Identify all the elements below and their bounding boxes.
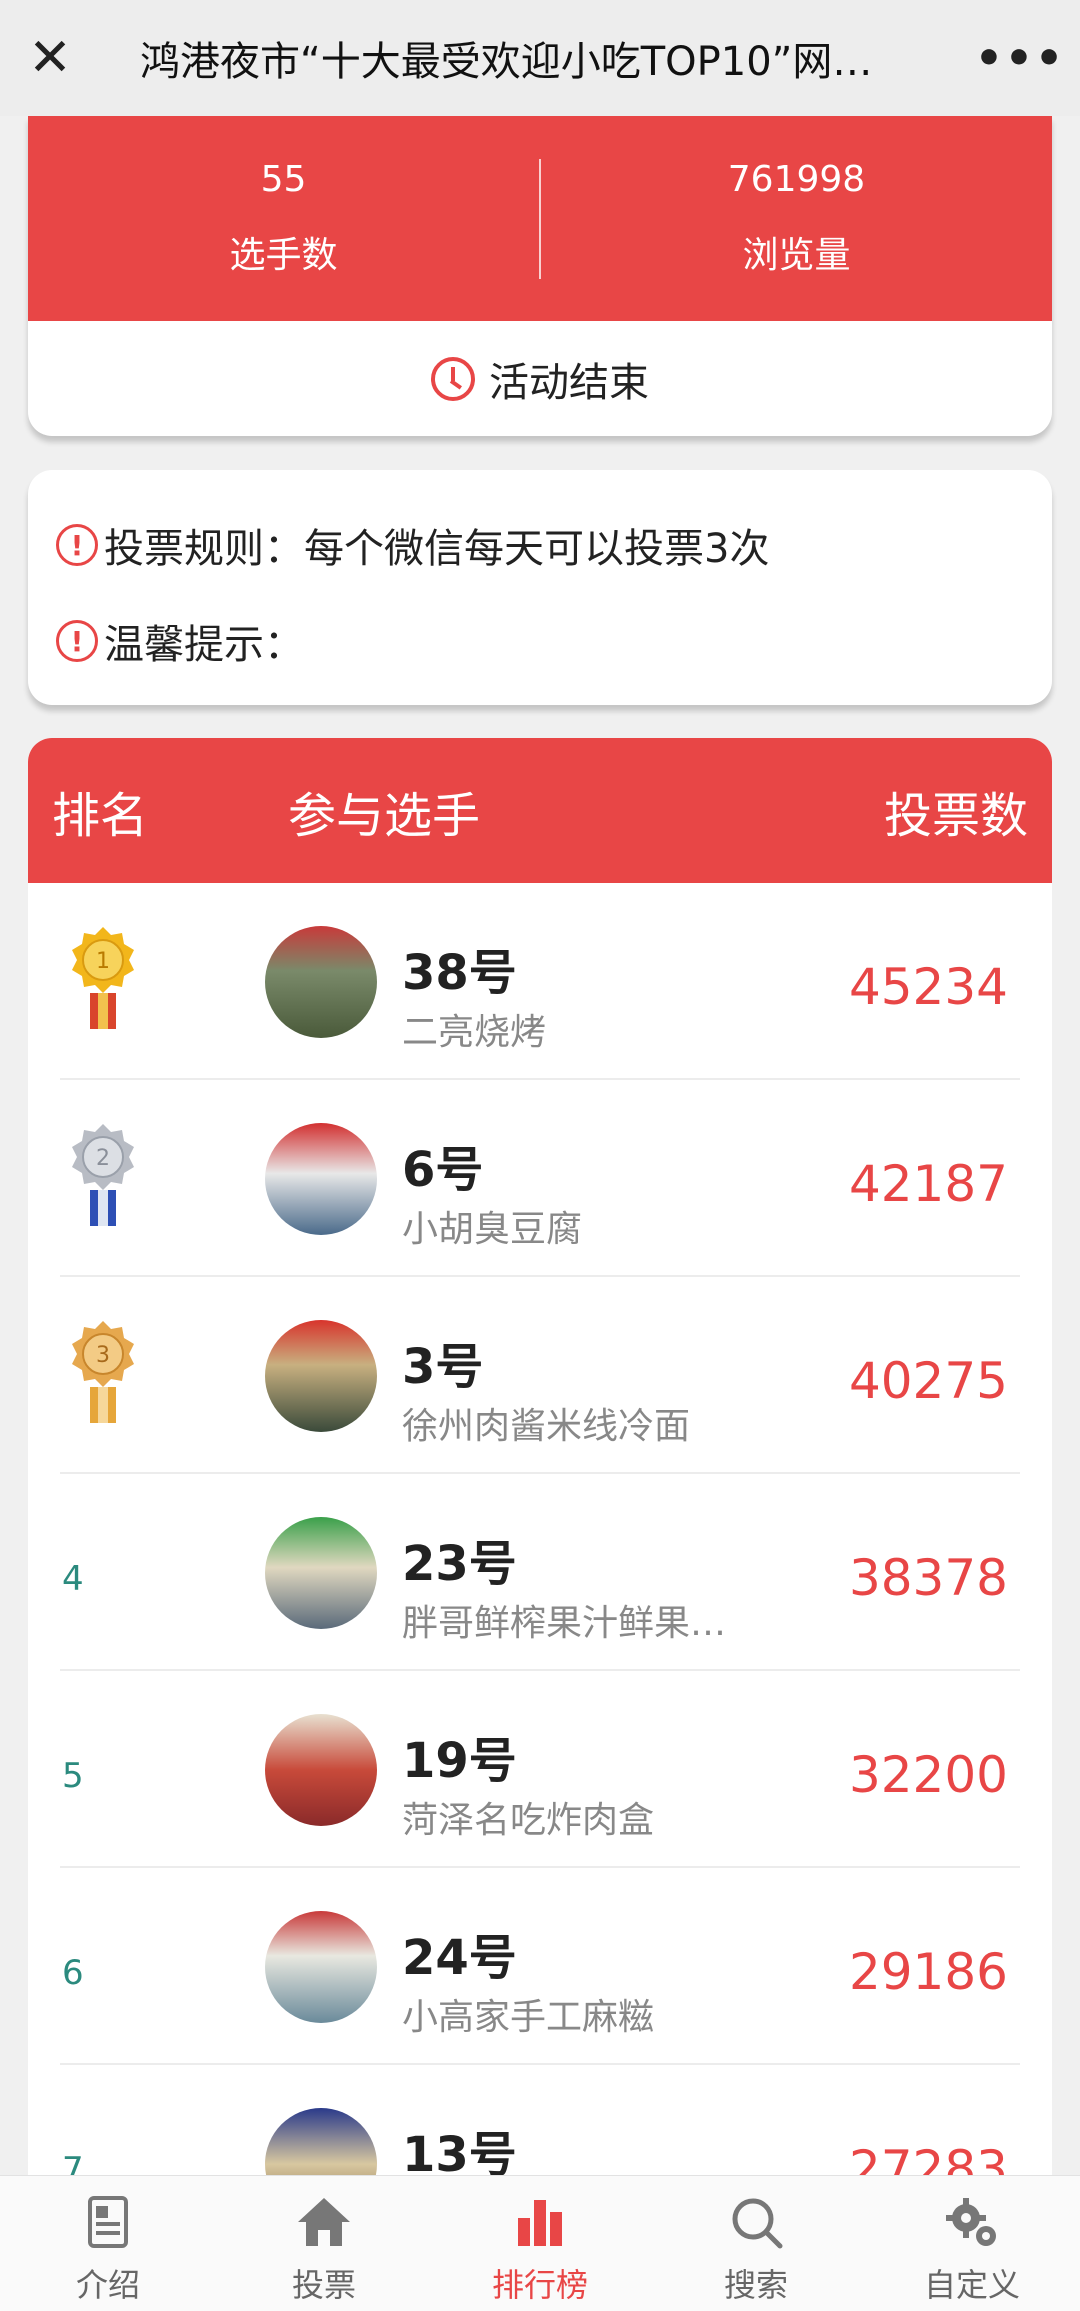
player-avatar <box>265 926 377 1038</box>
ranking-card: 排名 参与选手 投票数 1 38号 二亮烧烤 45234 2 6号 小胡臭豆腐 … <box>28 738 1052 2178</box>
vote-count: 40275 <box>848 1352 1008 1410</box>
close-icon[interactable]: ✕ <box>0 0 100 116</box>
silver-medal-icon: 2 <box>72 1124 134 1226</box>
ranking-row[interactable]: 6 24号 小高家手工麻糍 29186 <box>28 1868 1052 2065</box>
player-number: 13号 <box>402 2127 517 2178</box>
ranking-row[interactable]: 2 6号 小胡臭豆腐 42187 <box>28 1080 1052 1277</box>
rank-number: 7 <box>62 2150 84 2178</box>
player-name: 徐州肉酱米线冷面 <box>402 1406 691 1447</box>
page-title: 鸿港夜市“十大最受欢迎小吃TOP10”网… <box>140 39 873 85</box>
player-name: 菏泽名吃炸肉盒 <box>402 1800 655 1841</box>
tab-vote[interactable]: 投票 <box>216 2176 432 2311</box>
svg-text:2: 2 <box>96 1146 110 1171</box>
rank-number: 4 <box>62 1559 84 1599</box>
vote-rule: ! 投票规则：每个微信每天可以投票3次 <box>56 520 1052 572</box>
tab-ranking[interactable]: 排行榜 <box>432 2176 648 2311</box>
vote-count: 38378 <box>848 1549 1008 1607</box>
gears-icon <box>946 2198 996 2246</box>
player-number: 19号 <box>402 1733 517 1789</box>
tab-search-label: 搜索 <box>723 2266 788 2304</box>
bottom-tab-bar: 介绍 投票 排行榜 搜索 自定义 <box>0 2175 1080 2311</box>
search-icon <box>732 2198 783 2249</box>
player-avatar <box>265 1911 377 2023</box>
ranking-row[interactable]: 3 3号 徐州肉酱米线冷面 40275 <box>28 1277 1052 1474</box>
home-icon <box>298 2198 350 2246</box>
player-number: 6号 <box>402 1142 484 1198</box>
players-count: 55 <box>260 159 307 200</box>
player-number: 23号 <box>402 1536 517 1592</box>
player-avatar <box>265 1123 377 1235</box>
bar-chart-icon <box>518 2200 562 2246</box>
ranking-header: 排名 参与选手 投票数 <box>28 738 1052 883</box>
player-number: 3号 <box>402 1339 484 1395</box>
players-label: 选手数 <box>229 235 338 276</box>
views-stat: 761998 浏览量 <box>541 116 1052 321</box>
player-avatar <box>265 1517 377 1629</box>
vote-count: 27283 <box>848 2140 1008 2178</box>
player-number: 24号 <box>402 1930 517 1986</box>
rank-number: 5 <box>62 1756 84 1796</box>
vote-count: 45234 <box>848 958 1008 1016</box>
player-name: 小高家手工麻糍 <box>402 1997 655 2038</box>
ranking-row[interactable]: 5 19号 菏泽名吃炸肉盒 32200 <box>28 1671 1052 1868</box>
vote-count: 42187 <box>848 1155 1008 1213</box>
svg-text:3: 3 <box>96 1343 110 1368</box>
player-name: 胖哥鲜榨果汁鲜果… <box>402 1603 727 1644</box>
status-text: 活动结束 <box>489 359 649 406</box>
title-bar: ✕ 鸿港夜市“十大最受欢迎小吃TOP10”网… ••• <box>0 0 1080 116</box>
vote-count: 29186 <box>848 1943 1008 2001</box>
exclamation-icon: ! <box>56 524 98 566</box>
ranking-row[interactable]: 4 23号 胖哥鲜榨果汁鲜果… 38378 <box>28 1474 1052 1671</box>
tab-custom-label: 自定义 <box>923 2266 1020 2304</box>
views-count: 761998 <box>727 159 866 200</box>
tip-row: ! 温馨提示： <box>56 616 1052 668</box>
tab-intro[interactable]: 介绍 <box>0 2176 216 2311</box>
document-icon <box>88 2196 128 2248</box>
rules-card: ! 投票规则：每个微信每天可以投票3次 ! 温馨提示： <box>28 470 1052 705</box>
stats-card: 55 选手数 761998 浏览量 活动结束 <box>28 116 1052 436</box>
tab-intro-label: 介绍 <box>75 2266 140 2304</box>
gold-medal-icon: 1 <box>72 927 134 1029</box>
rank-column-header: 排名 <box>52 787 149 844</box>
player-name: 二亮烧烤 <box>402 1012 547 1053</box>
exclamation-icon: ! <box>56 620 98 662</box>
player-avatar <box>265 1714 377 1826</box>
player-number: 38号 <box>402 945 517 1001</box>
player-column-header: 参与选手 <box>288 787 481 844</box>
player-avatar <box>265 1320 377 1432</box>
tab-vote-label: 投票 <box>291 2266 356 2304</box>
tab-search[interactable]: 搜索 <box>648 2176 864 2311</box>
rank-number: 6 <box>62 1953 84 1993</box>
vote-count: 32200 <box>848 1746 1008 1804</box>
stats-panel: 55 选手数 761998 浏览量 <box>28 116 1052 321</box>
player-name: 小胡臭豆腐 <box>402 1209 583 1250</box>
views-label: 浏览量 <box>742 235 851 276</box>
vote-rule-text: 投票规则：每个微信每天可以投票3次 <box>104 526 770 572</box>
players-stat: 55 选手数 <box>28 116 539 321</box>
tip-text: 温馨提示： <box>104 622 304 668</box>
svg-text:1: 1 <box>96 949 110 974</box>
ranking-row[interactable]: 7 13号 27283 <box>28 2065 1052 2178</box>
tab-custom[interactable]: 自定义 <box>864 2176 1080 2311</box>
bronze-medal-icon: 3 <box>72 1321 134 1423</box>
activity-status: 活动结束 <box>28 321 1052 436</box>
tab-ranking-label: 排行榜 <box>491 2266 588 2304</box>
clock-icon <box>431 356 475 401</box>
votes-column-header: 投票数 <box>883 787 1028 844</box>
more-icon[interactable]: ••• <box>960 0 1080 116</box>
ranking-row[interactable]: 1 38号 二亮烧烤 45234 <box>28 883 1052 1080</box>
player-avatar <box>265 2108 377 2178</box>
